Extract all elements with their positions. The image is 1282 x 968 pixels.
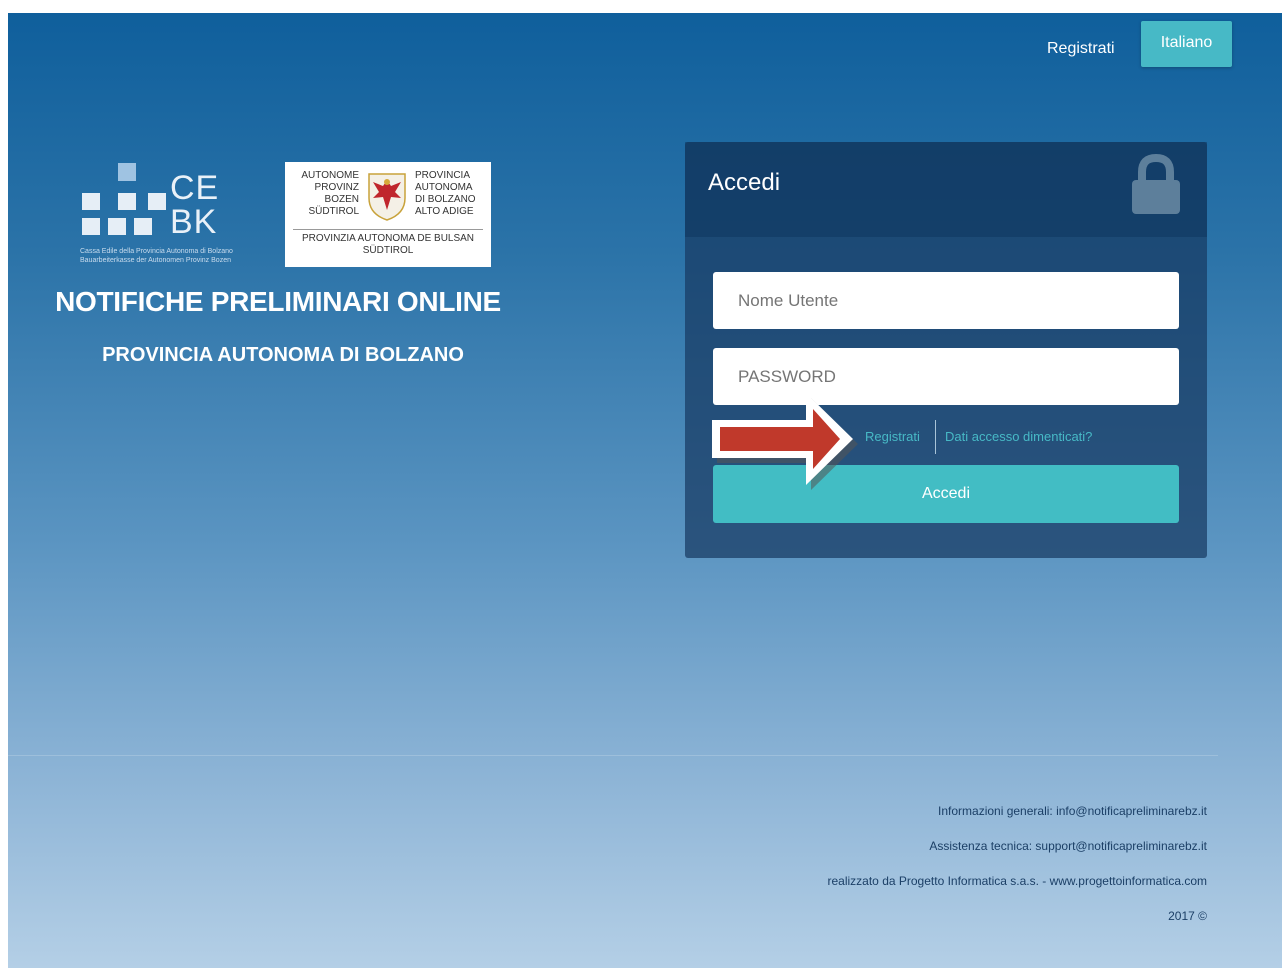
province-logo-right-text: PROVINCIA AUTONOMA DI BOLZANO ALTO ADIGE bbox=[415, 170, 487, 218]
footer-support-text: Assistenza tecnica: support@notificaprel… bbox=[929, 839, 1207, 853]
cebk-caption: Cassa Edile della Provincia Autonoma di … bbox=[80, 247, 233, 265]
province-logo-bottom-text: PROVINZIA AUTONOMA DE BULSAN SÜDTIROL bbox=[285, 233, 491, 257]
login-page: Registrati Italiano CE BK Cassa Edile de… bbox=[8, 13, 1282, 968]
language-button[interactable]: Italiano bbox=[1141, 21, 1232, 67]
nav-register-link[interactable]: Registrati bbox=[1047, 33, 1115, 65]
forgot-credentials-link[interactable]: Dati accesso dimenticati? bbox=[945, 429, 1092, 444]
login-header: Accedi bbox=[685, 142, 1207, 237]
province-text-line: SÜDTIROL bbox=[308, 206, 359, 217]
province-text-line: PROVINCIA bbox=[415, 170, 471, 181]
link-divider bbox=[935, 420, 936, 454]
logo-square bbox=[82, 218, 100, 235]
cebk-letters-top: CE bbox=[170, 169, 220, 207]
register-link[interactable]: Registrati bbox=[865, 429, 920, 444]
province-logo: AUTONOME PROVINZ BOZEN SÜDTIROL PROVINCI… bbox=[285, 162, 491, 267]
page-title: NOTIFICHE PRELIMINARI ONLINE bbox=[55, 286, 501, 317]
logo-square bbox=[118, 193, 136, 210]
footer-info-text: Informazioni generali: info@notificaprel… bbox=[938, 804, 1207, 818]
province-text-line: AUTONOMA bbox=[415, 182, 473, 193]
footer-credit-text: realizzato da Progetto Informatica s.a.s… bbox=[827, 874, 1208, 888]
province-text-line: PROVINZ bbox=[314, 182, 359, 193]
province-text-line: PROVINZIA AUTONOMA DE BULSAN bbox=[301, 233, 475, 244]
province-text-line: DI BOLZANO bbox=[415, 194, 476, 205]
province-text-line: AUTONOME bbox=[301, 170, 359, 181]
logo-square bbox=[118, 163, 136, 181]
divider bbox=[293, 229, 483, 230]
page-subtitle: PROVINCIA AUTONOMA DI BOLZANO bbox=[102, 344, 464, 366]
lock-icon bbox=[1132, 154, 1180, 214]
province-logo-left-text: AUTONOME PROVINZ BOZEN SÜDTIROL bbox=[289, 170, 359, 218]
cebk-caption-line: Bauarbeiterkasse der Autonomen Provinz B… bbox=[80, 257, 231, 264]
cebk-letters: CE BK bbox=[170, 171, 219, 239]
logo-square bbox=[134, 218, 152, 235]
cebk-logo: CE BK Cassa Edile della Provincia Autono… bbox=[78, 161, 278, 271]
province-text-line: SÜDTIROL bbox=[362, 245, 414, 256]
logo-square bbox=[108, 218, 126, 235]
logo-square bbox=[148, 193, 166, 210]
province-text-line: ALTO ADIGE bbox=[415, 206, 474, 217]
cebk-letters-bottom: BK bbox=[170, 203, 218, 241]
crest-icon bbox=[368, 173, 406, 221]
login-title: Accedi bbox=[708, 169, 781, 196]
login-panel: Accedi Registrati Dati accesso dimentica… bbox=[685, 142, 1207, 558]
arrow-annotation-icon bbox=[712, 393, 858, 490]
logo-square bbox=[82, 193, 100, 210]
province-text-line: BOZEN bbox=[324, 194, 359, 205]
footer-year-text: 2017 © bbox=[1168, 909, 1207, 923]
footer-divider bbox=[8, 755, 1218, 756]
username-input[interactable] bbox=[713, 272, 1179, 329]
cebk-caption-line: Cassa Edile della Provincia Autonoma di … bbox=[80, 248, 233, 255]
